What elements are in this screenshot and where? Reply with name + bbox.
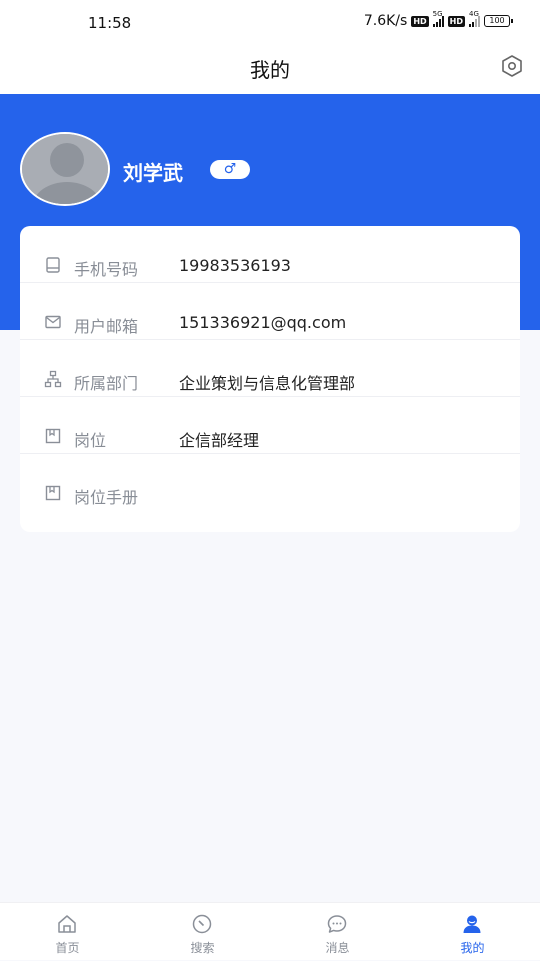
network-speed: 7.6K/s (363, 13, 408, 29)
status-bar: 11:58 7.6K/s HD 5G HD 4G 100 (0, 0, 540, 46)
tab-search[interactable]: 搜索 (135, 903, 270, 961)
row-label: 手机号码 (74, 260, 139, 279)
home-icon (58, 915, 76, 933)
phone-icon (46, 257, 60, 273)
info-row-email[interactable]: 用户邮箱 151336921@qq.com (20, 283, 520, 340)
app-header: 我的 (0, 46, 540, 94)
tab-label: 我的 (460, 941, 485, 955)
row-label: 用户邮箱 (74, 317, 139, 336)
chat-icon (327, 915, 347, 933)
signal-4g-icon: 4G (469, 10, 480, 27)
hd-badge: HD (411, 15, 429, 27)
user-icon (463, 915, 481, 933)
tab-label: 消息 (325, 941, 350, 955)
bottom-tab-bar: 首页 搜索 消息 我的 (0, 902, 540, 960)
row-value: 企信部经理 (179, 431, 260, 450)
settings-hexagon-icon (502, 55, 522, 77)
row-value: 19983536193 (179, 256, 291, 275)
bookmark-icon (45, 485, 61, 501)
status-time: 11:58 (88, 14, 132, 32)
settings-button[interactable] (500, 54, 524, 78)
bookmark-icon (45, 428, 61, 444)
tab-me[interactable]: 我的 (405, 903, 540, 961)
org-icon (44, 370, 62, 388)
info-row-department[interactable]: 所属部门 企业策划与信息化管理部 (20, 340, 520, 397)
gender-badge: ♂ (210, 160, 250, 179)
compass-icon (192, 914, 212, 934)
mail-icon (45, 315, 61, 329)
tab-label: 首页 (55, 941, 80, 955)
row-label: 岗位手册 (74, 488, 139, 507)
info-row-phone[interactable]: 手机号码 19983536193 (20, 226, 520, 283)
tab-label: 搜索 (190, 941, 215, 955)
signal-5g-icon: 5G (432, 10, 444, 27)
row-value: 151336921@qq.com (179, 313, 347, 332)
row-value: 企业策划与信息化管理部 (179, 374, 356, 393)
tab-messages[interactable]: 消息 (270, 903, 405, 961)
status-icons: 7.6K/s HD 5G HD 4G 100 (363, 10, 513, 29)
info-row-position[interactable]: 岗位 企信部经理 (20, 397, 520, 454)
user-name: 刘学武 (123, 161, 183, 185)
hd-badge-2: HD (447, 15, 465, 27)
info-card: 手机号码 19983536193 用户邮箱 151336921@qq.com 所… (20, 226, 520, 532)
info-row-position-manual[interactable]: 岗位手册 (20, 454, 520, 511)
row-label: 所属部门 (74, 374, 139, 393)
page-title: 我的 (250, 58, 290, 82)
tab-home[interactable]: 首页 (0, 903, 135, 961)
battery-icon: 100 (484, 15, 513, 27)
row-label: 岗位 (74, 431, 107, 450)
avatar[interactable] (20, 132, 110, 206)
